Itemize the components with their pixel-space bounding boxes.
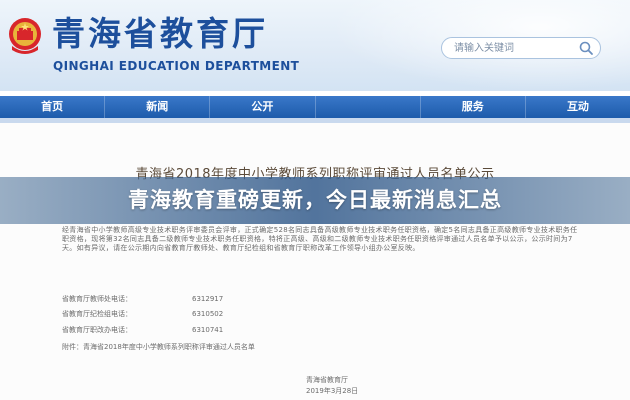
site-title: 青海省教育厅: [52, 14, 268, 53]
contact-line: 省教育厅职改办电话： 6310741: [62, 326, 223, 335]
main-nav: 首页 新闻 公开 服务 互动: [0, 96, 630, 118]
nav-interact[interactable]: 互动: [526, 96, 630, 118]
nav-home[interactable]: 首页: [0, 96, 106, 118]
document-paragraph: 经青海省中小学教师高级专业技术职务评审委员会评审，正式确定528名同志具备高级教…: [62, 226, 578, 252]
search-icon[interactable]: [578, 40, 594, 56]
headline-banner: 青海教育重磅更新，今日最新消息汇总: [0, 177, 630, 224]
contact-number: 6310502: [192, 310, 224, 318]
contact-label: 省教育厅职改办电话：: [62, 326, 132, 334]
attachment-line[interactable]: 附件：青海省2018年度中小学教师系列职称评审通过人员名单: [62, 343, 255, 352]
nav-blank[interactable]: [316, 96, 421, 118]
nav-public[interactable]: 公开: [210, 96, 316, 118]
contact-label: 省教育厅纪检组电话：: [62, 310, 132, 318]
site-subtitle: QINGHAI EDUCATION DEPARTMENT: [53, 59, 300, 73]
document-area: 青海省2018年度中小学教师系列职称评审通过人员名单公示 经青海省中小学教师高级…: [0, 123, 630, 400]
site-header: 青海省教育厅 QINGHAI EDUCATION DEPARTMENT: [0, 0, 630, 91]
nav-news[interactable]: 新闻: [105, 96, 211, 118]
contact-number: 6312917: [192, 295, 224, 303]
search-box: [441, 37, 601, 59]
contact-line: 省教育厅教师处电话： 6312917: [62, 295, 223, 304]
contact-label: 省教育厅教师处电话：: [62, 295, 132, 303]
signature-date: 2019年3月28日: [306, 387, 359, 395]
national-emblem-icon: [9, 18, 41, 54]
signature-org: 青海省教育厅: [306, 376, 348, 384]
nav-service[interactable]: 服务: [421, 96, 526, 118]
contact-number: 6310741: [192, 326, 224, 334]
headline-text: 青海教育重磅更新，今日最新消息汇总: [128, 188, 502, 212]
search-input[interactable]: [454, 40, 569, 56]
contact-line: 省教育厅纪检组电话： 6310502: [62, 310, 223, 319]
